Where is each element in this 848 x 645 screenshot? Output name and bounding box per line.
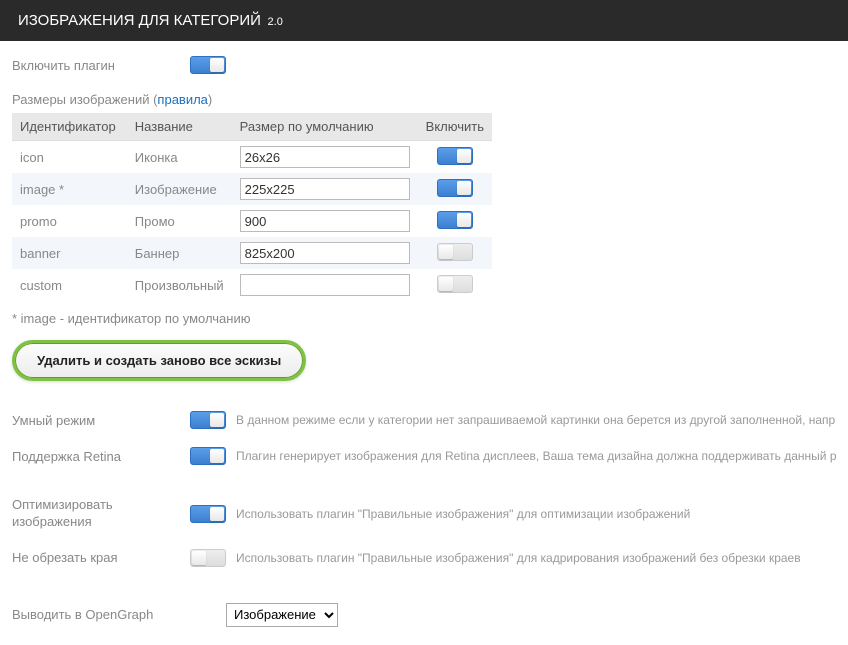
row-id: custom [12,269,127,301]
col-id: Идентификатор [12,113,127,141]
table-row: iconИконка [12,141,492,174]
row-enable-toggle[interactable] [437,179,473,197]
sizes-heading: Размеры изображений (правила) [12,92,836,107]
sizes-table: Идентификатор Название Размер по умолчан… [12,113,492,301]
row-id: image * [12,173,127,205]
smart-mode-label: Умный режим [12,413,190,428]
row-id: promo [12,205,127,237]
row-enable-toggle[interactable] [437,243,473,261]
nocrop-label: Не обрезать края [12,550,190,565]
table-row: bannerБаннер [12,237,492,269]
sizes-footnote: * image - идентификатор по умолчанию [12,311,836,326]
retina-label: Поддержка Retina [12,449,190,464]
rules-link[interactable]: правила [157,92,207,107]
row-name: Изображение [127,173,232,205]
row-id: banner [12,237,127,269]
optimize-label: Оптимизировать изображения [12,497,190,531]
smart-mode-desc: В данном режиме если у категории нет зап… [236,413,836,427]
optimize-desc: Использовать плагин "Правильные изображе… [236,507,690,521]
col-name: Название [127,113,232,141]
retina-desc: Плагин генерирует изображения для Retina… [236,449,836,463]
row-id: icon [12,141,127,174]
nocrop-desc: Использовать плагин "Правильные изображе… [236,551,801,565]
size-input[interactable] [240,242,410,264]
retina-toggle[interactable] [190,447,226,465]
enable-plugin-label: Включить плагин [12,58,190,73]
row-enable-toggle[interactable] [437,147,473,165]
row-name: Иконка [127,141,232,174]
size-input[interactable] [240,178,410,200]
table-row: image *Изображение [12,173,492,205]
size-input[interactable] [240,210,410,232]
page-title: ИЗОБРАЖЕНИЯ ДЛЯ КАТЕГОРИЙ [18,12,261,29]
size-input[interactable] [240,274,410,296]
regenerate-button[interactable]: Удалить и создать заново все эскизы [12,340,306,381]
row-name: Баннер [127,237,232,269]
row-enable-toggle[interactable] [437,211,473,229]
enable-plugin-toggle[interactable] [190,56,226,74]
page-header: ИЗОБРАЖЕНИЯ ДЛЯ КАТЕГОРИЙ 2.0 [0,0,848,41]
nocrop-toggle[interactable] [190,549,226,567]
col-size: Размер по умолчанию [232,113,418,141]
opengraph-label: Выводить в OpenGraph [12,607,190,622]
col-enable: Включить [418,113,492,141]
row-name: Промо [127,205,232,237]
table-row: customПроизвольный [12,269,492,301]
table-row: promoПромо [12,205,492,237]
row-enable-toggle[interactable] [437,275,473,293]
row-name: Произвольный [127,269,232,301]
size-input[interactable] [240,146,410,168]
opengraph-select[interactable]: Изображение [226,603,338,627]
optimize-toggle[interactable] [190,505,226,523]
page-version: 2.0 [268,16,283,28]
smart-mode-toggle[interactable] [190,411,226,429]
